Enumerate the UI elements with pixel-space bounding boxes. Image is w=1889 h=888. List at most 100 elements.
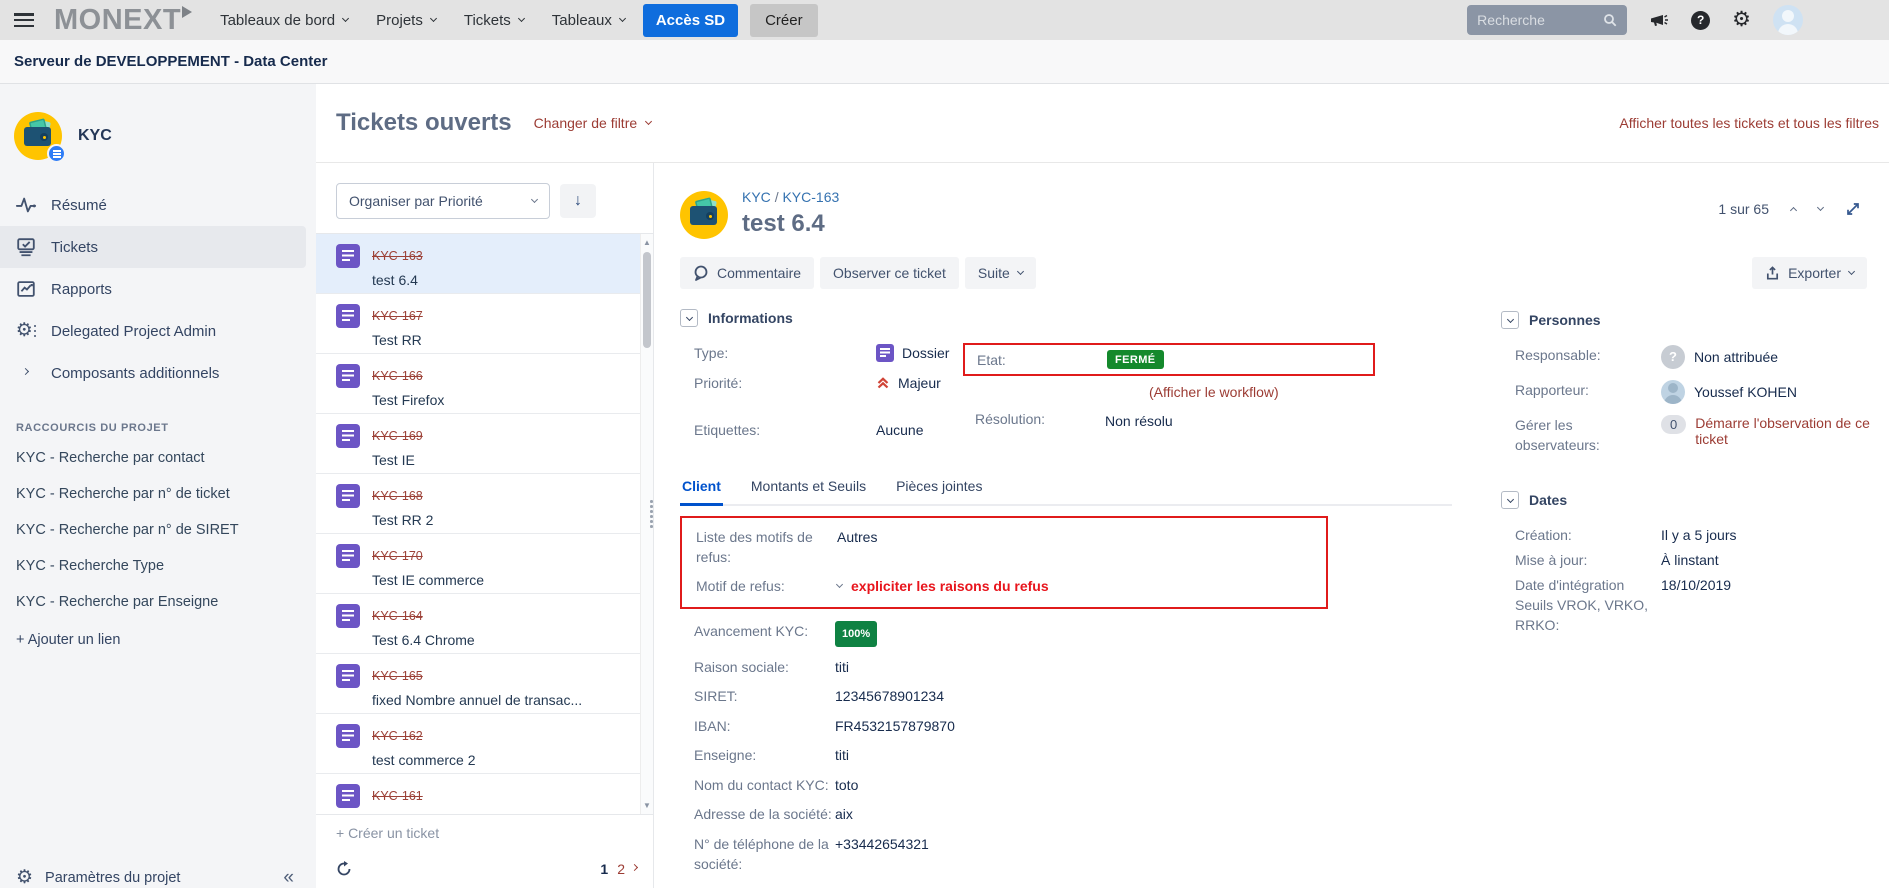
- collapse-section-icon[interactable]: [680, 309, 698, 327]
- ticket-row[interactable]: KYC-164 Test 6.4 Chrome: [316, 594, 640, 654]
- dates-section: Dates Création: Il y a 5 jours Mise à jo…: [1501, 491, 1889, 635]
- nav-tickets[interactable]: Tickets: [464, 12, 524, 29]
- panel-resize-handle[interactable]: [650, 500, 653, 528]
- acces-sd-button[interactable]: Accès SD: [643, 4, 738, 37]
- nav-tableaux[interactable]: Tableaux: [552, 12, 625, 29]
- ticket-sidebar-column: Personnes Responsable: ? Non attribuée: [1455, 309, 1889, 888]
- informations-section-header: Informations: [680, 309, 1455, 327]
- expand-icon[interactable]: [1845, 201, 1861, 217]
- environment-banner: Serveur de DEVELOPPEMENT - Data Center: [0, 40, 1889, 84]
- field-mcc: MCC: 1011: [694, 883, 1455, 888]
- refus-annotation-box: Liste des motifs de refus: Autres Motif …: [680, 516, 1328, 609]
- issue-type-icon: [336, 664, 360, 688]
- start-watching-link[interactable]: Démarre l'observation de ce ticket: [1695, 415, 1875, 447]
- tab-montants-et-seuils[interactable]: Montants et Seuils: [749, 478, 868, 504]
- scroll-down-icon[interactable]: ▼: [641, 801, 653, 810]
- environment-banner-text: Serveur de DEVELOPPEMENT - Data Center: [14, 53, 327, 70]
- monext-logo-arrow-icon: [182, 6, 192, 18]
- show-workflow-link[interactable]: (Afficher le workflow): [1149, 384, 1375, 400]
- settings-gear-icon[interactable]: ⚙: [1732, 10, 1751, 30]
- change-filter-link[interactable]: Changer de filtre: [534, 115, 652, 131]
- breadcrumb-ticket-link[interactable]: KYC-163: [782, 189, 839, 205]
- watch-ticket-button[interactable]: Observer ce ticket: [820, 257, 959, 289]
- nav-tableaux-de-bord[interactable]: Tableaux de bord: [220, 12, 348, 29]
- project-name: KYC: [78, 127, 112, 145]
- sort-direction-button[interactable]: ↓: [560, 184, 596, 218]
- sidebar-item-delegated-project-admin[interactable]: ⚙ Delegated Project Admin: [0, 310, 306, 352]
- scroll-up-icon[interactable]: ▲: [641, 238, 653, 247]
- search-icon[interactable]: [1603, 13, 1617, 27]
- ticket-row[interactable]: KYC-169 Test IE: [316, 414, 640, 474]
- user-avatar[interactable]: [1773, 5, 1803, 35]
- page-title: Tickets ouverts: [336, 109, 512, 137]
- sidebar-item-rapports[interactable]: Rapports: [0, 268, 306, 310]
- ticket-list: KYC-163 test 6.4 KYC-167 Test RR KYC-166…: [316, 233, 653, 814]
- ticket-row[interactable]: KYC-167 Test RR: [316, 294, 640, 354]
- search-box[interactable]: [1467, 5, 1627, 35]
- sort-order-select[interactable]: Organiser par Priorité: [336, 183, 550, 219]
- more-actions-button[interactable]: Suite: [965, 257, 1036, 289]
- field-type: Type: Dossier: [694, 343, 963, 363]
- ticket-fields-column: Informations Type: Dossier Priorité:: [680, 309, 1455, 888]
- collapse-section-icon[interactable]: [1501, 311, 1519, 329]
- shortcut-recherche-par-siret[interactable]: KYC - Recherche par n° de SIRET: [0, 512, 316, 548]
- ticket-row[interactable]: KYC-162 test commerce 2: [316, 714, 640, 774]
- sidebar-item-tickets[interactable]: Tickets: [0, 226, 306, 268]
- issue-project-avatar-wallet-icon: [680, 191, 728, 239]
- ticket-row[interactable]: KYC-166 Test Firefox: [316, 354, 640, 414]
- issue-type-icon: [336, 484, 360, 508]
- monext-logo[interactable]: MONEXT: [54, 6, 192, 34]
- chevron-down-icon[interactable]: [836, 580, 843, 587]
- help-icon[interactable]: ?: [1691, 11, 1710, 30]
- project-settings-button[interactable]: ⚙ Paramètres du projet: [16, 869, 180, 887]
- project-avatar-wallet-icon[interactable]: [14, 112, 62, 160]
- breadcrumb-project-link[interactable]: KYC: [742, 189, 771, 205]
- megaphone-icon[interactable]: [1649, 10, 1669, 30]
- reporter-name[interactable]: Youssef KOHEN: [1694, 382, 1797, 402]
- speech-bubble-icon: [693, 265, 709, 281]
- shortcut-recherche-par-ticket[interactable]: KYC - Recherche par n° de ticket: [0, 476, 316, 512]
- project-sidebar: KYC Résumé Tickets Rapports ⚙ Delegated …: [0, 84, 316, 888]
- add-link-button[interactable]: + Ajouter un lien: [0, 620, 316, 660]
- navbar-menu: Tableaux de bord Projets Tickets Tableau…: [220, 12, 625, 29]
- ticket-row[interactable]: KYC-161 test commerce: [316, 774, 640, 814]
- next-ticket-button[interactable]: [1818, 209, 1823, 210]
- ticket-row[interactable]: KYC-168 Test RR 2: [316, 474, 640, 534]
- show-all-tickets-link[interactable]: Afficher toutes les tickets et tous les …: [1619, 115, 1879, 131]
- unassigned-avatar-icon: ?: [1661, 345, 1685, 369]
- watchers-count-badge[interactable]: 0: [1661, 415, 1686, 434]
- shortcut-recherche-par-contact[interactable]: KYC - Recherche par contact: [0, 440, 316, 476]
- shortcut-recherche-type[interactable]: KYC - Recherche Type: [0, 548, 316, 584]
- next-page-icon[interactable]: [631, 863, 638, 870]
- previous-ticket-button[interactable]: [1791, 206, 1796, 213]
- ticket-row[interactable]: KYC-170 Test IE commerce: [316, 534, 640, 594]
- create-ticket-button[interactable]: + Créer un ticket: [316, 814, 653, 850]
- comment-button[interactable]: Commentaire: [680, 257, 814, 289]
- issue-type-icon: [336, 304, 360, 328]
- field-mise-a-jour: Mise à jour: À linstant: [1515, 550, 1889, 570]
- scrollbar-thumb[interactable]: [643, 252, 651, 348]
- export-button[interactable]: Exporter: [1752, 257, 1867, 289]
- field-observateurs: Gérer les observateurs: 0 Démarre l'obse…: [1515, 415, 1889, 455]
- tab-client[interactable]: Client: [680, 478, 723, 506]
- collapse-sidebar-button[interactable]: «: [283, 870, 294, 886]
- nav-projets[interactable]: Projets: [376, 12, 436, 29]
- ticket-row[interactable]: KYC-165 fixed Nombre annuel de transac..…: [316, 654, 640, 714]
- people-section: Personnes Responsable: ? Non attribuée: [1501, 311, 1889, 455]
- search-input[interactable]: [1477, 12, 1603, 28]
- hamburger-menu-icon[interactable]: [14, 13, 34, 27]
- tab-pieces-jointes[interactable]: Pièces jointes: [894, 478, 984, 504]
- shortcut-recherche-par-enseigne[interactable]: KYC - Recherche par Enseigne: [0, 584, 316, 620]
- detail-tabs: Client Montants et Seuils Pièces jointes: [680, 478, 1452, 506]
- create-button[interactable]: Créer: [750, 4, 818, 37]
- refresh-icon[interactable]: [336, 861, 352, 877]
- sidebar-item-composants-additionnels[interactable]: Composants additionnels: [0, 352, 306, 394]
- collapse-section-icon[interactable]: [1501, 491, 1519, 509]
- page-number-next[interactable]: 2: [617, 861, 625, 877]
- chevron-down-icon: [531, 195, 538, 202]
- ticket-row[interactable]: KYC-163 test 6.4: [316, 234, 640, 294]
- sidebar-item-resume[interactable]: Résumé: [0, 184, 306, 226]
- page-number-current[interactable]: 1: [600, 861, 608, 877]
- chevron-down-icon: [645, 117, 652, 124]
- state-annotation-box: Etat: FERMÉ: [963, 343, 1375, 376]
